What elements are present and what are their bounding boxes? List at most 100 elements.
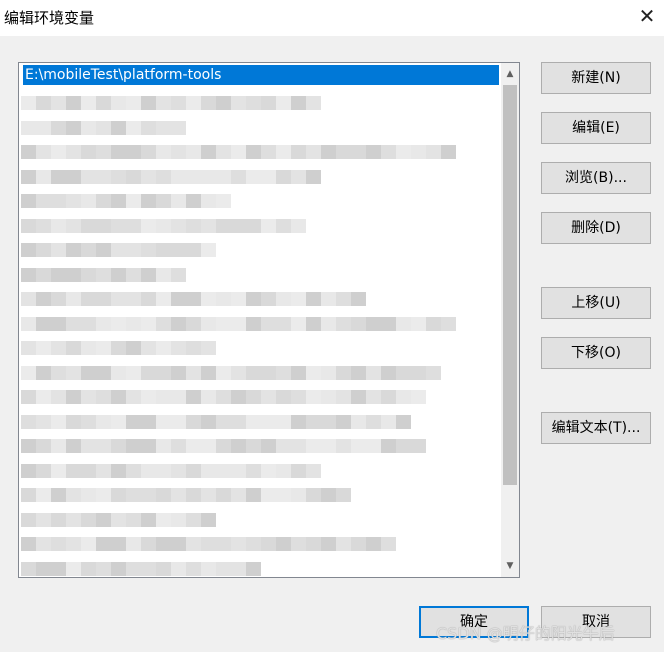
redacted-pixel xyxy=(321,145,336,159)
redacted-pixel xyxy=(21,292,36,306)
redacted-pixel xyxy=(186,365,201,380)
redacted-pixel xyxy=(81,96,96,110)
redacted-pixel xyxy=(321,365,336,380)
redacted-pixel xyxy=(276,145,291,159)
redacted-pixel xyxy=(21,145,36,159)
redacted-pixel xyxy=(51,561,66,576)
redacted-pixel xyxy=(96,292,111,306)
redacted-pixel xyxy=(96,145,111,159)
redacted-pixel xyxy=(81,537,96,551)
redacted-pixel xyxy=(231,365,246,380)
redacted-pixel xyxy=(201,488,216,502)
redacted-pixel xyxy=(411,390,426,404)
vertical-scrollbar[interactable]: ▲ ▼ xyxy=(501,63,519,577)
redacted-pixel xyxy=(36,341,51,355)
redacted-pixel xyxy=(186,537,201,551)
redacted-pixel xyxy=(201,561,216,576)
redacted-pixel xyxy=(411,439,426,453)
redacted-pixel xyxy=(156,390,171,404)
redacted-pixel xyxy=(306,537,321,551)
redacted-pixel xyxy=(246,537,261,551)
redacted-pixel xyxy=(306,169,321,184)
redacted-pixel xyxy=(171,169,186,184)
redacted-pixel xyxy=(321,439,336,453)
redacted-pixel xyxy=(51,292,66,306)
redacted-pixel xyxy=(51,390,66,404)
redacted-pixel xyxy=(186,292,201,306)
redacted-pixel xyxy=(336,365,351,380)
redacted-pixel xyxy=(186,463,201,478)
scroll-up-icon[interactable]: ▲ xyxy=(501,65,519,83)
redacted-pixel xyxy=(51,488,66,502)
redacted-pixel xyxy=(141,488,156,502)
redacted-pixel xyxy=(156,316,171,331)
redacted-pixel xyxy=(306,96,321,110)
redacted-pixel xyxy=(246,488,261,502)
redacted-pixel xyxy=(306,463,321,478)
list-item-selected[interactable]: E:\mobileTest\platform-tools xyxy=(23,65,499,85)
redacted-pixel xyxy=(21,218,36,233)
redacted-pixel xyxy=(186,390,201,404)
redacted-pixel xyxy=(141,316,156,331)
redacted-pixel xyxy=(201,341,216,355)
redacted-pixel xyxy=(261,488,276,502)
redacted-pixel xyxy=(66,561,81,576)
move-up-button[interactable]: 上移(U) xyxy=(541,287,651,319)
edit-text-button[interactable]: 编辑文本(T)... xyxy=(541,412,651,444)
redacted-pixel xyxy=(141,341,156,355)
redacted-pixel xyxy=(126,292,141,306)
redacted-pixel xyxy=(111,145,126,159)
redacted-pixel xyxy=(321,537,336,551)
redacted-pixel xyxy=(36,169,51,184)
redacted-pixel xyxy=(246,390,261,404)
delete-button[interactable]: 删除(D) xyxy=(541,212,651,244)
redacted-pixel xyxy=(66,218,81,233)
redacted-pixel xyxy=(306,145,321,159)
redacted-pixel xyxy=(21,341,36,355)
redacted-pixel xyxy=(96,390,111,404)
redacted-pixel xyxy=(291,145,306,159)
redacted-pixel xyxy=(261,537,276,551)
redacted-pixel xyxy=(186,512,201,527)
move-down-button[interactable]: 下移(O) xyxy=(541,337,651,369)
edit-button[interactable]: 编辑(E) xyxy=(541,112,651,144)
redacted-pixel xyxy=(126,561,141,576)
redacted-pixel xyxy=(276,169,291,184)
redacted-pixel xyxy=(201,169,216,184)
redacted-pixel xyxy=(216,414,231,429)
redacted-pixel xyxy=(276,439,291,453)
redacted-pixel xyxy=(396,414,411,429)
redacted-pixel xyxy=(66,292,81,306)
redacted-pixel xyxy=(306,488,321,502)
path-list[interactable]: E:\mobileTest\platform-tools ▲ ▼ xyxy=(18,62,520,578)
redacted-pixel xyxy=(291,488,306,502)
redacted-pixel xyxy=(141,120,156,135)
redacted-pixel xyxy=(201,512,216,527)
redacted-pixel xyxy=(336,292,351,306)
redacted-pixel xyxy=(141,243,156,257)
scroll-down-icon[interactable]: ▼ xyxy=(501,557,519,575)
redacted-pixel xyxy=(81,512,96,527)
redacted-pixel xyxy=(261,414,276,429)
redacted-pixel xyxy=(291,414,306,429)
redacted-pixel xyxy=(291,537,306,551)
redacted-pixel xyxy=(36,537,51,551)
redacted-pixel xyxy=(186,145,201,159)
redacted-pixel xyxy=(21,512,36,527)
scrollbar-thumb[interactable] xyxy=(503,85,517,485)
redacted-pixel xyxy=(126,488,141,502)
redacted-pixel xyxy=(141,439,156,453)
browse-button[interactable]: 浏览(B)... xyxy=(541,162,651,194)
redacted-pixel xyxy=(171,512,186,527)
redacted-pixel xyxy=(291,218,306,233)
redacted-pixel xyxy=(396,145,411,159)
redacted-pixel xyxy=(186,341,201,355)
redacted-pixel xyxy=(81,120,96,135)
redacted-pixel xyxy=(111,365,126,380)
close-icon[interactable]: ✕ xyxy=(637,6,657,26)
new-button[interactable]: 新建(N) xyxy=(541,62,651,94)
redacted-pixel xyxy=(126,194,141,208)
redacted-pixel xyxy=(111,169,126,184)
redacted-pixel xyxy=(81,463,96,478)
redacted-pixel xyxy=(51,145,66,159)
